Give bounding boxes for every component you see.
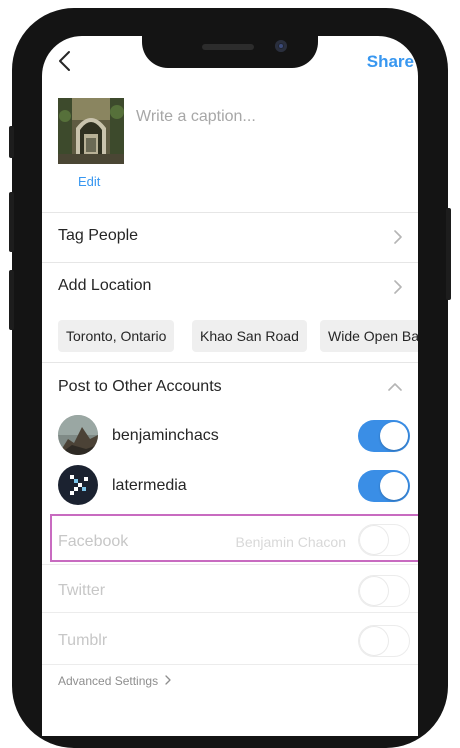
tag-people-label: Tag People — [58, 227, 139, 244]
chevron-right-icon — [394, 280, 402, 294]
caption-section: Edit Write a caption... — [42, 96, 418, 213]
twitter-label: Twitter — [58, 582, 106, 599]
chevron-up-icon[interactable] — [388, 382, 402, 392]
phone-notch — [142, 8, 318, 68]
toggle-knob — [360, 577, 388, 605]
twitter-toggle[interactable] — [358, 575, 410, 607]
toggle-knob — [360, 526, 388, 554]
toggle-knob — [380, 422, 408, 450]
post-thumbnail[interactable] — [58, 98, 124, 164]
speaker-grille — [202, 44, 254, 50]
other-accounts-title: Post to Other Accounts — [58, 378, 222, 395]
add-location-label: Add Location — [58, 277, 152, 294]
location-chip-toronto[interactable]: Toronto, Ontario — [58, 320, 175, 352]
later-logo-icon — [58, 465, 98, 505]
power-button — [446, 208, 451, 300]
chevron-left-icon[interactable] — [56, 50, 76, 72]
mute-switch — [9, 126, 14, 158]
volume-up-button — [9, 192, 14, 252]
avatar-image — [58, 415, 98, 455]
front-camera — [275, 40, 287, 52]
avatar — [58, 415, 98, 455]
tumblr-label: Tumblr — [58, 632, 108, 649]
chevron-right-icon — [165, 675, 172, 685]
toggle-knob — [360, 627, 388, 655]
facebook-account-name: Benjamin Chacon — [235, 534, 346, 550]
facebook-label: Facebook — [58, 533, 129, 550]
divider — [42, 664, 418, 665]
account-name: benjaminchacs — [112, 427, 219, 444]
tag-people-row[interactable]: Tag People — [42, 212, 418, 263]
chevron-right-icon — [394, 230, 402, 244]
latermedia-toggle[interactable] — [358, 470, 410, 502]
benjaminchacs-toggle[interactable] — [358, 420, 410, 452]
facebook-toggle[interactable] — [358, 524, 410, 556]
advanced-settings-label: Advanced Settings — [58, 674, 159, 688]
share-screen: Share Edit Write a caption... Tag People — [42, 36, 418, 736]
caption-input[interactable]: Write a caption... — [136, 108, 256, 126]
location-chip-khao-san[interactable]: Khao San Road — [192, 320, 307, 352]
location-chip-wide-open[interactable]: Wide Open Ba — [320, 320, 418, 352]
post-image — [58, 98, 124, 164]
location-suggestions: Toronto, Ontario Khao San Road Wide Open… — [58, 320, 418, 354]
add-location-row[interactable]: Add Location — [42, 262, 418, 312]
divider — [42, 612, 418, 613]
advanced-settings-link[interactable]: Advanced Settings — [58, 674, 172, 688]
toggle-knob — [380, 472, 408, 500]
tumblr-toggle[interactable] — [358, 625, 410, 657]
divider — [42, 362, 418, 363]
divider — [42, 564, 418, 565]
edit-thumbnail-link[interactable]: Edit — [78, 174, 100, 189]
volume-down-button — [9, 270, 14, 330]
account-name: latermedia — [112, 477, 187, 494]
share-button[interactable]: Share — [367, 52, 414, 72]
avatar — [58, 465, 98, 505]
